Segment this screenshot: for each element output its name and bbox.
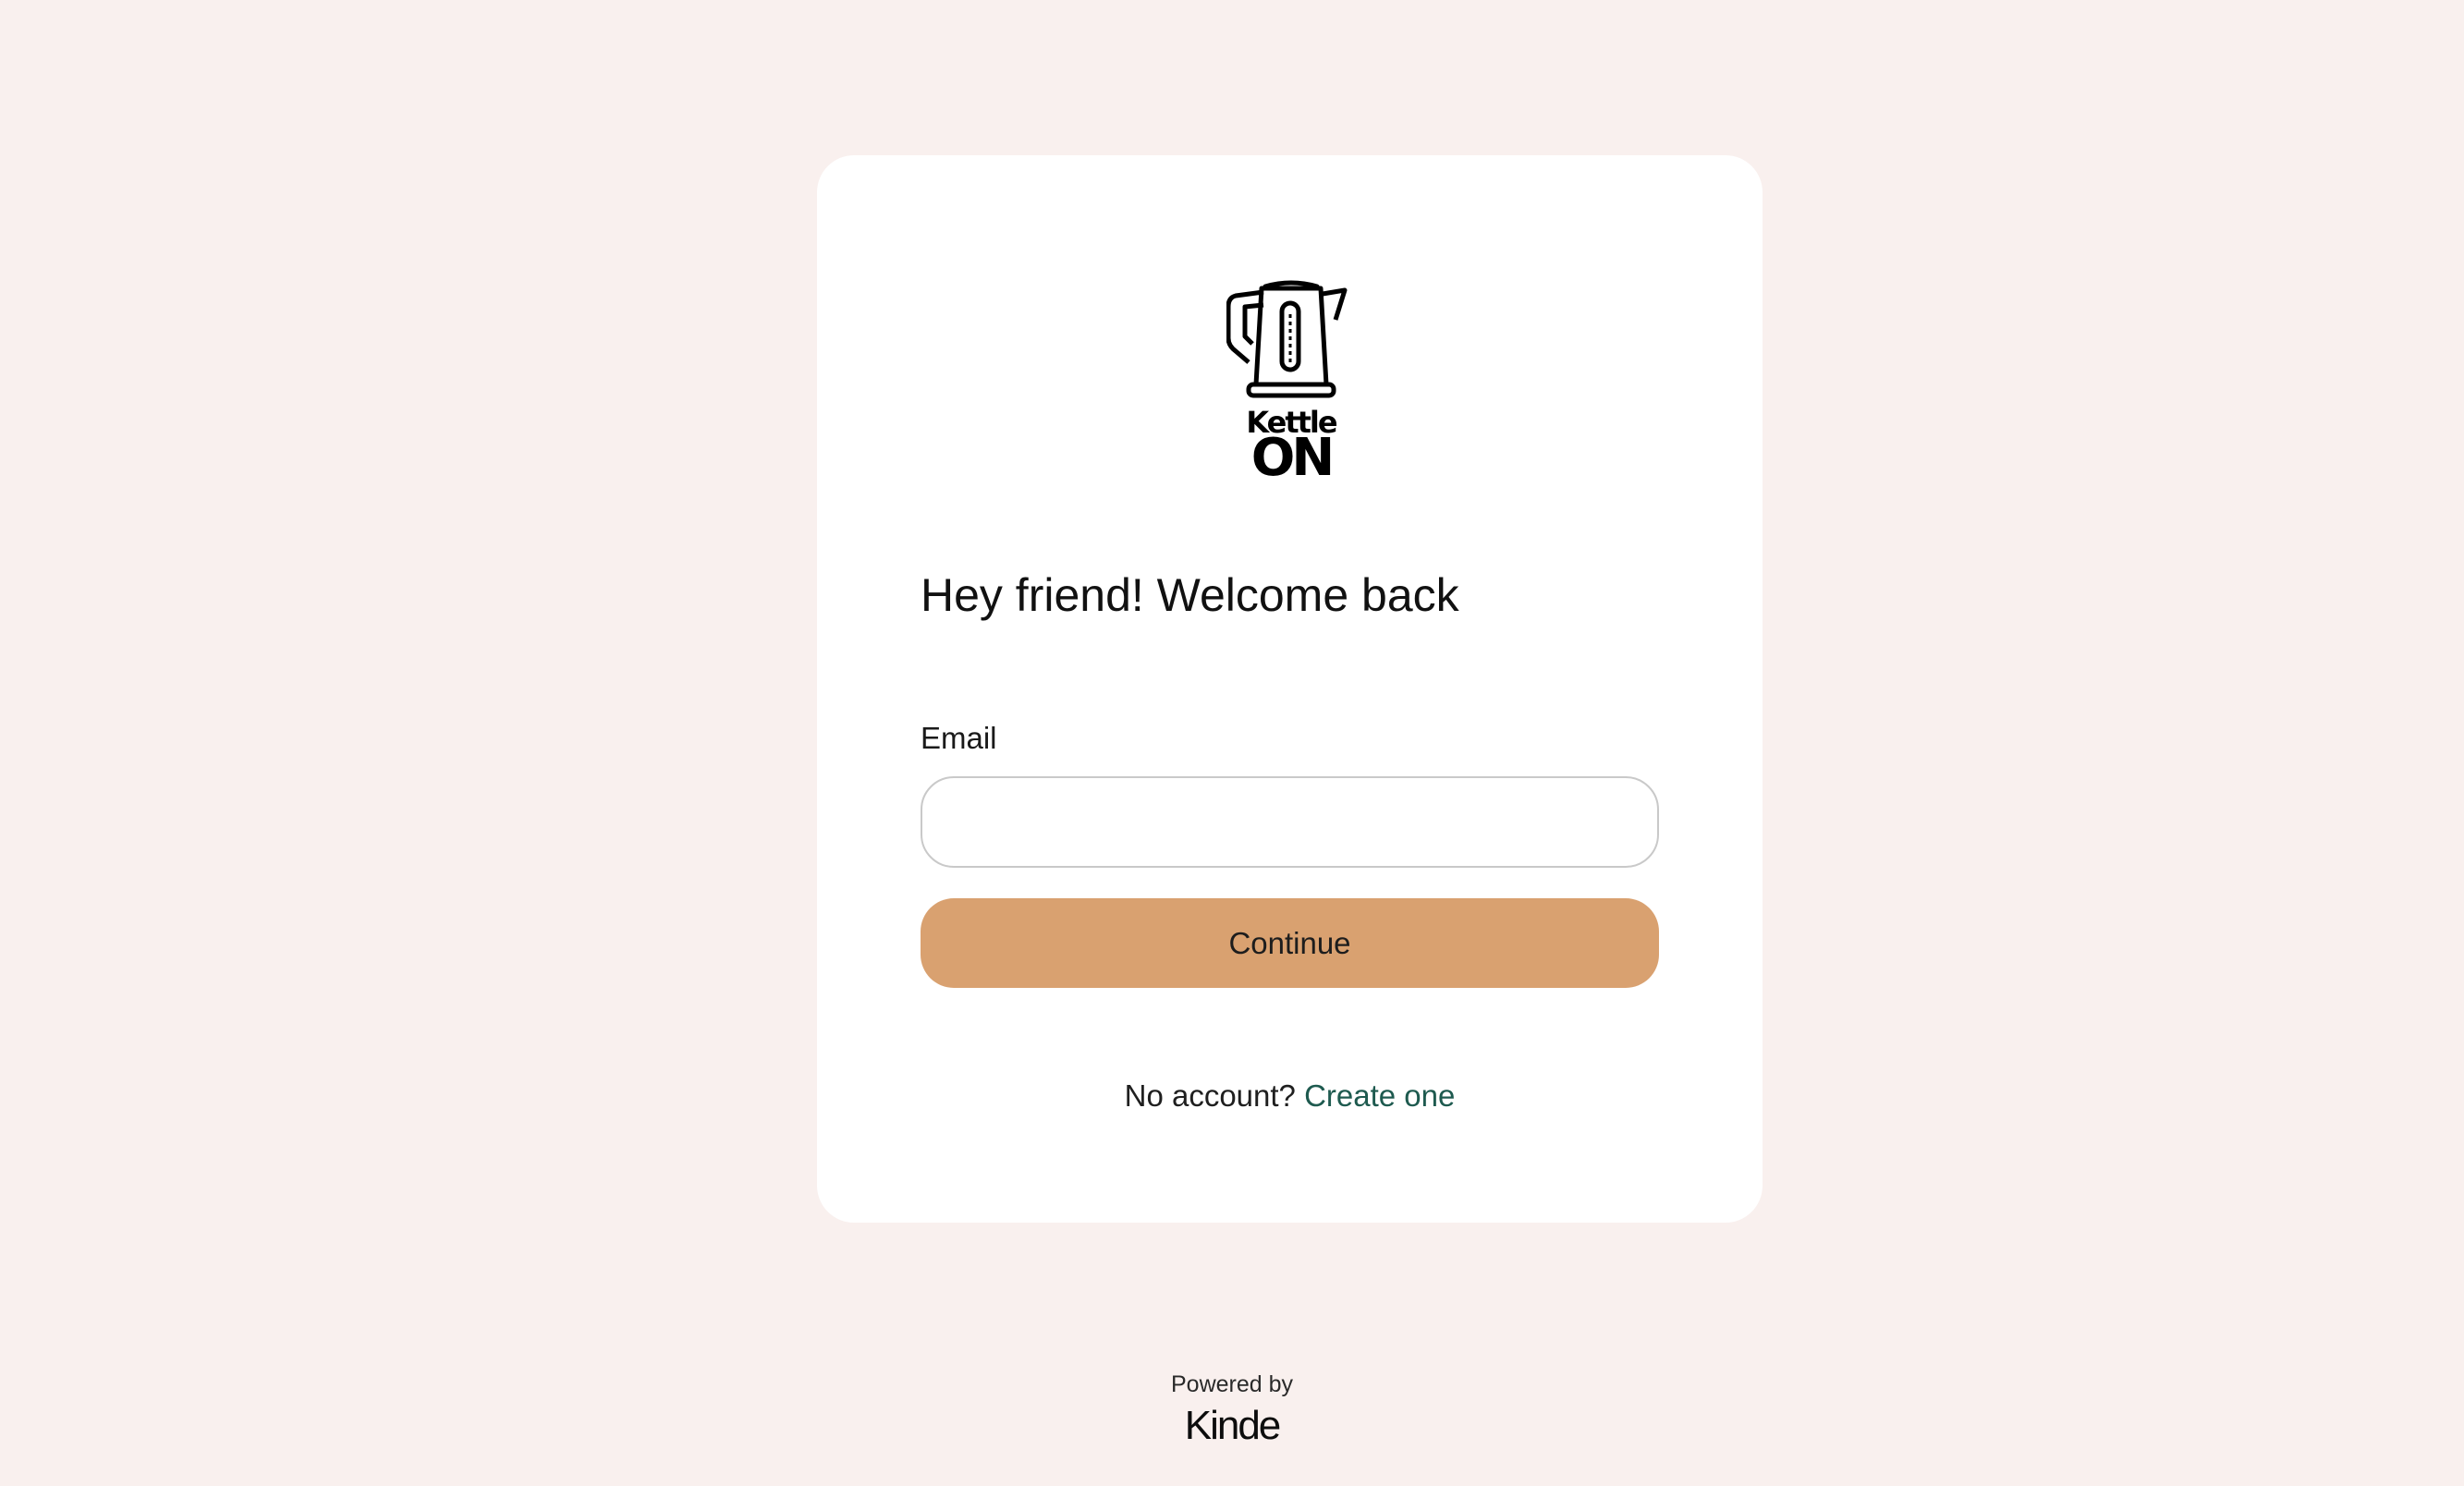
no-account-text: No account? — [1124, 1078, 1305, 1113]
powered-by-text: Powered by — [1170, 1371, 1294, 1397]
welcome-heading: Hey friend! Welcome back — [921, 569, 1459, 621]
svg-text:ON: ON — [1251, 428, 1331, 477]
kettle-on-logo: Kettle ON — [1226, 274, 1356, 477]
continue-button[interactable]: Continue — [921, 898, 1659, 988]
kettle-icon: Kettle ON — [1226, 280, 1348, 477]
kinde-logo[interactable]: Kinde — [0, 1403, 2464, 1449]
create-account-link[interactable]: Create one — [1304, 1078, 1455, 1113]
email-label: Email — [921, 721, 997, 755]
login-card: Kettle ON Hey friend! Welcome back Email… — [817, 155, 1763, 1223]
email-field[interactable] — [921, 776, 1659, 868]
signup-prompt: No account? Create one — [817, 1078, 1763, 1114]
